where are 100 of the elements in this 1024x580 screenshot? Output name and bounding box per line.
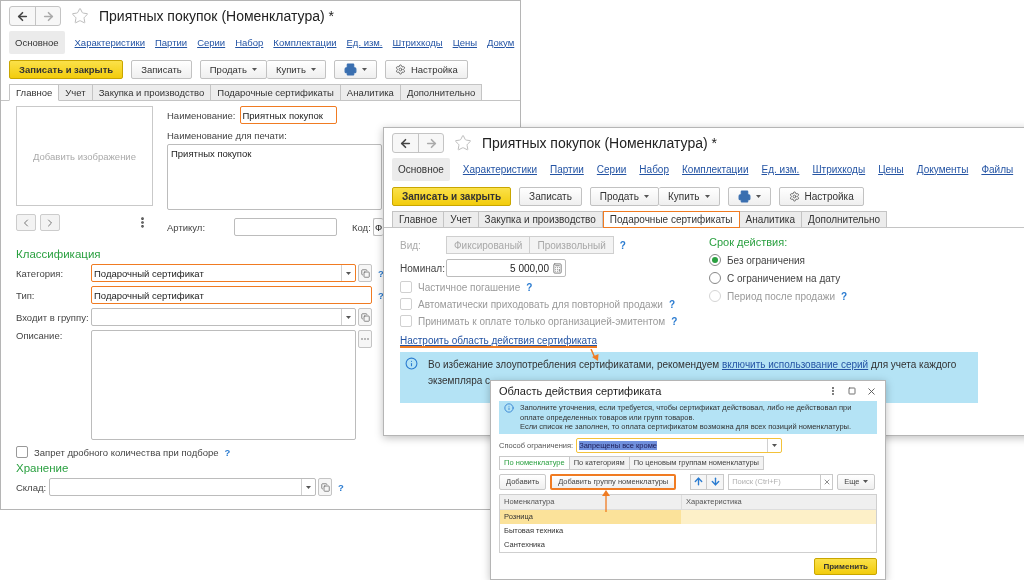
- section-link[interactable]: Набор: [235, 36, 264, 48]
- section-link[interactable]: Серии: [197, 36, 226, 48]
- tab[interactable]: Аналитика: [739, 211, 802, 228]
- tab[interactable]: Главное: [9, 84, 60, 101]
- star-icon[interactable]: [71, 7, 89, 25]
- select-field[interactable]: Подарочный сертификат: [91, 264, 356, 282]
- save-close-button[interactable]: Записать и закрыть: [392, 186, 512, 206]
- settings-button[interactable]: Настройка: [778, 186, 864, 206]
- caret-icon: [346, 271, 351, 275]
- menu-button[interactable]: Продать: [589, 186, 659, 206]
- radio-button[interactable]: [709, 254, 721, 266]
- forward-arrow-icon: [41, 9, 55, 23]
- tab[interactable]: Закупка и производство: [478, 211, 603, 228]
- save-button[interactable]: Записать: [131, 59, 192, 79]
- apply-button[interactable]: Применить: [814, 557, 877, 575]
- caret-icon: [361, 67, 367, 71]
- select-field[interactable]: [49, 478, 316, 496]
- section-link[interactable]: Ед. изм.: [761, 163, 800, 175]
- open-button[interactable]: [358, 264, 372, 282]
- info-text: экземпляра с: [428, 374, 491, 388]
- menu-button[interactable]: Купить: [658, 186, 720, 206]
- section-link[interactable]: Партии: [155, 36, 188, 48]
- section-link[interactable]: Характеристики: [462, 163, 537, 175]
- section-link[interactable]: Файлы: [981, 163, 1014, 175]
- enable-series-link[interactable]: включить использование серий: [721, 359, 869, 370]
- print-name-field[interactable]: Приятных покупок: [167, 144, 382, 210]
- section-link[interactable]: Ед. изм.: [346, 36, 383, 48]
- settings-button[interactable]: Настройка: [384, 59, 468, 79]
- name-field[interactable]: Приятных покупок: [239, 106, 337, 124]
- section-link[interactable]: Набор: [639, 163, 669, 175]
- help-link[interactable]: ?: [224, 446, 231, 458]
- clear-button[interactable]: [820, 473, 834, 490]
- tab[interactable]: Учет: [444, 211, 479, 228]
- section-link[interactable]: Характеристики: [74, 36, 145, 48]
- help-link[interactable]: ?: [338, 481, 344, 493]
- next-button[interactable]: [40, 214, 60, 231]
- tab[interactable]: Главное: [392, 211, 445, 228]
- print-button[interactable]: [727, 186, 771, 206]
- tab[interactable]: Дополнительно: [400, 84, 483, 101]
- copy-icon: [360, 312, 370, 322]
- settings-icon: [394, 63, 406, 75]
- copy-icon: [320, 482, 330, 492]
- field-label: Номинал:: [400, 262, 446, 274]
- section-link[interactable]: Штрихкоды: [812, 163, 866, 175]
- field-label: Артикул:: [167, 221, 207, 233]
- caret-icon: [643, 194, 649, 198]
- field-label: Тип:: [16, 289, 36, 301]
- previous-button[interactable]: [16, 214, 36, 231]
- section-link[interactable]: Основное: [9, 30, 65, 54]
- checkbox[interactable]: [16, 446, 28, 458]
- tab[interactable]: Подарочные сертификаты: [211, 84, 341, 101]
- section-link[interactable]: Комплектации: [682, 163, 749, 175]
- info-text: Во избежание злоупотребления сертификатами, рекомендуем включить использование серий для учета каждого: [428, 358, 957, 372]
- settings-icon: [788, 190, 800, 202]
- tab[interactable]: Аналитика: [340, 84, 401, 101]
- tab[interactable]: Дополнительно: [802, 211, 887, 228]
- help-link[interactable]: ?: [378, 289, 384, 301]
- section-link[interactable]: Штрихкоды: [392, 36, 443, 48]
- caret-icon: [251, 67, 257, 71]
- help-link[interactable]: ?: [378, 267, 384, 279]
- text-field[interactable]: Подарочный сертификат: [91, 286, 372, 304]
- amount-field[interactable]: 5 000,00: [446, 259, 566, 277]
- section-link[interactable]: Комплектации: [273, 36, 337, 48]
- select-field[interactable]: [91, 308, 356, 326]
- print-button[interactable]: [333, 59, 377, 79]
- section-link[interactable]: Докум: [487, 36, 515, 48]
- tab[interactable]: Подарочные сертификаты: [602, 211, 740, 228]
- tab[interactable]: Учет: [59, 84, 93, 101]
- calculator-icon[interactable]: [552, 262, 563, 274]
- caret-icon: [863, 480, 869, 483]
- section-link[interactable]: Партии: [550, 163, 584, 175]
- star-icon[interactable]: [454, 134, 472, 152]
- maximize-icon[interactable]: [848, 387, 856, 395]
- save-close-button[interactable]: Записать и закрыть: [9, 59, 124, 79]
- more-button[interactable]: [358, 330, 372, 348]
- checkbox-label: Частичное погашение: [418, 281, 521, 293]
- field-label: Код:: [352, 221, 372, 233]
- section-link[interactable]: Основное: [392, 157, 450, 181]
- dialog-title: Область действия сертификата: [499, 385, 663, 397]
- open-button[interactable]: [358, 308, 372, 326]
- description-field[interactable]: [91, 330, 356, 440]
- radio-button[interactable]: [709, 272, 721, 284]
- menu-button[interactable]: Купить: [266, 59, 326, 79]
- move-up-button[interactable]: [690, 473, 708, 490]
- menu-button[interactable]: Продать: [199, 59, 267, 79]
- scope-link[interactable]: Настроить область действия сертификата: [400, 335, 597, 348]
- section-link[interactable]: Серии: [596, 163, 627, 175]
- open-button[interactable]: [318, 478, 332, 496]
- section-title: Хранение: [16, 462, 69, 474]
- move-down-button[interactable]: [707, 473, 725, 490]
- save-button[interactable]: Записать: [519, 186, 582, 206]
- section-link[interactable]: Цены: [452, 36, 477, 48]
- field-label: Наименование:: [167, 109, 236, 121]
- window-title: Приятных покупок (Номенклатура) *: [482, 135, 717, 151]
- tab[interactable]: Закупка и производство: [92, 84, 212, 101]
- section-link[interactable]: Цены: [878, 163, 904, 175]
- close-icon: [822, 477, 831, 486]
- article-field[interactable]: [234, 218, 337, 236]
- close-icon[interactable]: [866, 385, 877, 397]
- section-link[interactable]: Документы: [916, 163, 969, 175]
